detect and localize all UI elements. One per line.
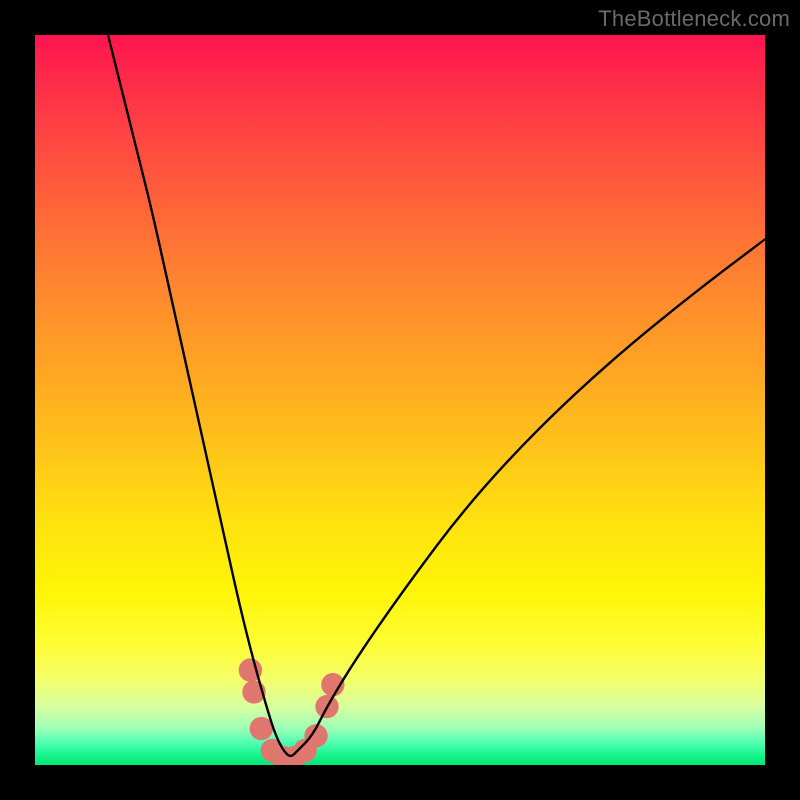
watermark-text: TheBottleneck.com [598, 6, 790, 32]
marker-dot [250, 717, 273, 740]
curve-svg [35, 35, 765, 765]
chart-frame: TheBottleneck.com [0, 0, 800, 800]
bottleneck-curve [108, 35, 765, 756]
plot-area [35, 35, 765, 765]
markers-group [239, 658, 345, 765]
